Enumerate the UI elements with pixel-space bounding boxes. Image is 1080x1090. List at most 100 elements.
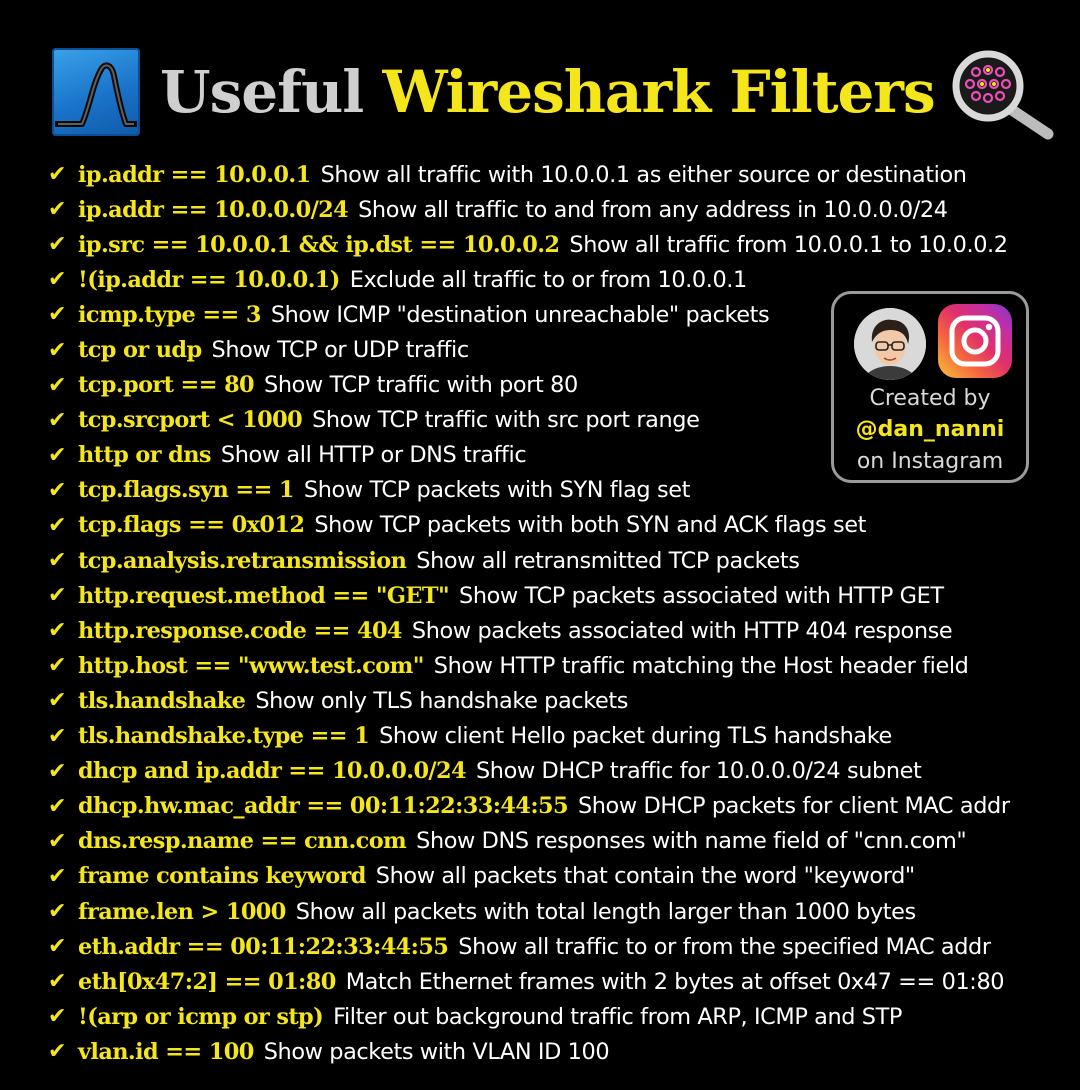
filter-description: Show all traffic from 10.0.0.1 to 10.0.0… xyxy=(569,231,1008,258)
check-icon: ✔ xyxy=(48,1039,67,1065)
check-icon: ✔ xyxy=(48,232,67,258)
check-icon: ✔ xyxy=(48,302,67,328)
filter-description: Show TCP packets with SYN flag set xyxy=(303,477,690,504)
filter-description: Match Ethernet frames with 2 bytes at of… xyxy=(345,968,1005,995)
infographic-page: Useful Wireshark Filters ✔ ip.addr == 10.… xyxy=(0,0,1080,1090)
filter-expression: ip.addr == 10.0.0.1 xyxy=(78,161,311,188)
check-icon: ✔ xyxy=(48,618,67,644)
filter-expression: tcp.flags == 0x012 xyxy=(78,512,305,539)
check-icon: ✔ xyxy=(48,969,67,995)
filter-expression: tcp.srcport < 1000 xyxy=(78,407,303,434)
filter-expression: frame contains keyword xyxy=(78,863,366,890)
filter-row: ✔ ip.src == 10.0.0.1 && ip.dst == 10.0.0.… xyxy=(48,227,1010,262)
filter-expression: ip.addr == 10.0.0.0/24 xyxy=(78,196,349,223)
title-part-useful: Useful xyxy=(160,58,364,126)
filter-description: Show TCP or UDP traffic xyxy=(211,337,470,364)
check-icon: ✔ xyxy=(48,197,67,223)
check-icon: ✔ xyxy=(48,934,67,960)
filter-expression: http.request.method == "GET" xyxy=(78,582,450,609)
check-icon: ✔ xyxy=(48,723,67,749)
check-icon: ✔ xyxy=(48,512,67,538)
filter-description: Show packets associated with HTTP 404 re… xyxy=(411,617,953,644)
filter-expression: vlan.id == 100 xyxy=(78,1038,254,1065)
filter-expression: tcp.port == 80 xyxy=(78,372,255,399)
check-icon: ✔ xyxy=(48,442,67,468)
wireshark-logo-icon xyxy=(52,48,140,136)
filter-row: ✔ vlan.id == 100 Show packets with VLAN ID… xyxy=(48,1034,1010,1069)
filter-description: Show all traffic to and from any address… xyxy=(358,196,948,223)
check-icon: ✔ xyxy=(48,267,67,293)
filter-description: Show client Hello packet during TLS hand… xyxy=(379,723,892,750)
filter-description: Filter out background traffic from ARP, … xyxy=(333,1003,902,1030)
filter-row: ✔ http.request.method == "GET" Show TCP pa… xyxy=(48,578,1010,613)
check-icon: ✔ xyxy=(48,548,67,574)
filter-expression: dhcp and ip.addr == 10.0.0.0/24 xyxy=(78,758,467,785)
filter-row: ✔ tcp.analysis.retransmission Show all ret… xyxy=(48,543,1010,578)
filter-row: ✔ ip.addr == 10.0.0.1 Show all traffic wit… xyxy=(48,157,1010,192)
check-icon: ✔ xyxy=(48,653,67,679)
filter-description: Show all packets with total length large… xyxy=(295,898,916,925)
instagram-icon xyxy=(938,304,1012,378)
filter-description: Show DHCP traffic for 10.0.0.0/24 subnet xyxy=(475,758,922,785)
filter-expression: http.host == "www.test.com" xyxy=(78,652,424,679)
magnifier-packets-icon xyxy=(952,48,1062,144)
filter-expression: tls.handshake xyxy=(78,687,246,714)
filter-expression: !(ip.addr == 10.0.0.1) xyxy=(78,266,340,293)
filter-description: Show TCP traffic with src port range xyxy=(312,407,700,434)
filter-row: ✔ http.host == "www.test.com" Show HTTP tr… xyxy=(48,648,1010,683)
filter-row: ✔ tls.handshake Show only TLS handshake pa… xyxy=(48,683,1010,718)
filter-description: Show TCP traffic with port 80 xyxy=(264,372,578,399)
card-created-by: Created by xyxy=(869,386,991,411)
filter-description: Show ICMP "destination unreachable" pack… xyxy=(270,301,770,328)
filter-row: ✔ eth.addr == 00:11:22:33:44:55 Show all t… xyxy=(48,929,1010,964)
filter-description: Show DNS responses with name field of "c… xyxy=(416,828,967,855)
filter-description: Show all traffic with 10.0.0.1 as either… xyxy=(320,161,967,188)
filter-expression: eth[0x47:2] == 01:80 xyxy=(78,968,336,995)
filter-row: ✔ dhcp and ip.addr == 10.0.0.0/24 Show DHC… xyxy=(48,754,1010,789)
check-icon: ✔ xyxy=(48,337,67,363)
check-icon: ✔ xyxy=(48,899,67,925)
filter-row: ✔ eth[0x47:2] == 01:80 Match Ethernet fram… xyxy=(48,964,1010,999)
filter-row: ✔ frame.len > 1000 Show all packets with t… xyxy=(48,894,1010,929)
filter-expression: tcp.flags.syn == 1 xyxy=(78,477,295,504)
filter-row: ✔ dns.resp.name == cnn.com Show DNS respon… xyxy=(48,824,1010,859)
filter-description: Show DHCP packets for client MAC addr xyxy=(577,793,1010,820)
card-on-instagram: on Instagram xyxy=(856,449,1004,474)
check-icon: ✔ xyxy=(48,583,67,609)
filter-row: ✔ !(arp or icmp or stp) Filter out backgro… xyxy=(48,999,1010,1034)
title-part-wireshark-filters: Wireshark Filters xyxy=(382,58,936,126)
filter-description: Show TCP packets with both SYN and ACK f… xyxy=(314,512,867,539)
filter-row: ✔ tls.handshake.type == 1 Show client Hell… xyxy=(48,719,1010,754)
filter-expression: tcp.analysis.retransmission xyxy=(78,547,407,574)
filter-expression: http.response.code == 404 xyxy=(78,617,403,644)
filter-description: Show TCP packets associated with HTTP GE… xyxy=(459,582,944,609)
filter-expression: tls.handshake.type == 1 xyxy=(78,723,370,750)
filter-expression: http or dns xyxy=(78,442,211,469)
creator-card: Created by @dan_nanni on Instagram xyxy=(831,291,1029,483)
check-icon: ✔ xyxy=(48,863,67,889)
check-icon: ✔ xyxy=(48,162,67,188)
filter-expression: ip.src == 10.0.0.1 && ip.dst == 10.0.0.2 xyxy=(78,231,560,258)
check-icon: ✔ xyxy=(48,1004,67,1030)
filter-description: Show packets with VLAN ID 100 xyxy=(263,1038,610,1065)
card-handle[interactable]: @dan_nanni xyxy=(834,417,1026,442)
filter-row: ✔ http.response.code == 404 Show packets a… xyxy=(48,613,1010,648)
filter-description: Exclude all traffic to or from 10.0.0.1 xyxy=(349,266,747,293)
check-icon: ✔ xyxy=(48,688,67,714)
header: Useful Wireshark Filters xyxy=(52,46,936,138)
filter-expression: frame.len > 1000 xyxy=(78,898,286,925)
filter-description: Show only TLS handshake packets xyxy=(255,687,629,714)
check-icon: ✔ xyxy=(48,758,67,784)
filter-row: ✔ frame contains keyword Show all packets … xyxy=(48,859,1010,894)
filter-row: ✔ tcp.flags == 0x012 Show TCP packets with… xyxy=(48,508,1010,543)
page-title: Useful Wireshark Filters xyxy=(160,63,936,121)
check-icon: ✔ xyxy=(48,407,67,433)
filter-expression: icmp.type == 3 xyxy=(78,301,261,328)
filter-expression: eth.addr == 00:11:22:33:44:55 xyxy=(78,933,449,960)
filter-description: Show HTTP traffic matching the Host head… xyxy=(433,652,969,679)
filter-row: ✔ ip.addr == 10.0.0.0/24 Show all traffic … xyxy=(48,192,1010,227)
avatar-icon xyxy=(854,308,926,380)
check-icon: ✔ xyxy=(48,372,67,398)
filter-description: Show all HTTP or DNS traffic xyxy=(220,442,527,469)
filter-expression: dns.resp.name == cnn.com xyxy=(78,828,407,855)
